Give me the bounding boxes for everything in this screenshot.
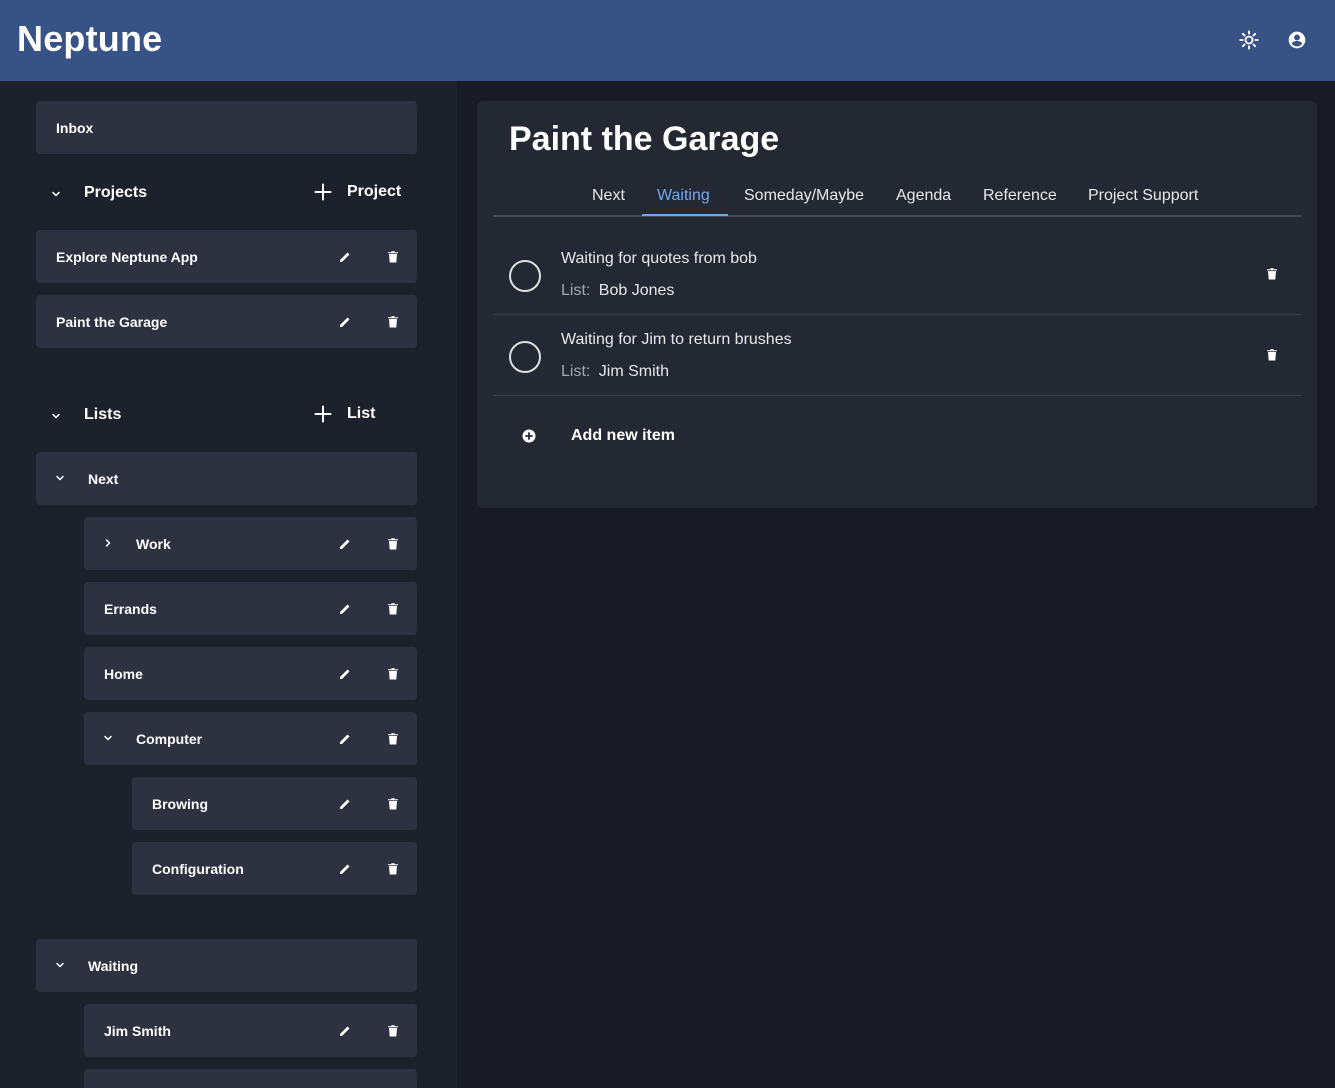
list-item-label: Home	[104, 665, 143, 682]
trash-icon[interactable]	[1263, 345, 1281, 365]
project-item-label: Paint the Garage	[56, 313, 168, 330]
page-title: Paint the Garage	[509, 120, 780, 158]
tab-someday-maybe[interactable]: Someday/Maybe	[744, 187, 864, 205]
pencil-icon[interactable]	[330, 1004, 360, 1057]
chevron-down-icon[interactable]	[53, 958, 67, 972]
active-tab-indicator	[642, 214, 728, 216]
complete-checkbox[interactable]	[509, 260, 541, 292]
projects-title: Projects	[84, 184, 148, 201]
pencil-icon[interactable]	[330, 777, 360, 830]
pencil-icon[interactable]	[330, 230, 360, 283]
pencil-icon[interactable]	[330, 842, 360, 895]
trash-icon[interactable]	[378, 842, 408, 895]
tab-agenda[interactable]: Agenda	[896, 187, 951, 205]
list-group-label: Waiting	[88, 957, 139, 974]
list-item-label: Work	[136, 535, 171, 552]
pencil-icon[interactable]	[330, 582, 360, 635]
list-group-label: Next	[88, 470, 119, 487]
add-new-item-button[interactable]: Add new item	[521, 427, 675, 445]
trash-icon[interactable]	[378, 582, 408, 635]
project-item[interactable]: Paint the Garage	[36, 295, 417, 348]
item-list-meta: List: Bob Jones	[561, 282, 674, 300]
list-item-errands[interactable]: Errands	[84, 582, 417, 635]
chevron-down-icon[interactable]	[49, 187, 63, 201]
sidebar: Inbox Projects Project Explore Neptune A…	[0, 81, 457, 1088]
list-item-work[interactable]: Work	[84, 517, 417, 570]
item-title: Waiting for Jim to return brushes	[561, 331, 792, 348]
trash-icon[interactable]	[378, 647, 408, 700]
trash-icon[interactable]	[378, 295, 408, 348]
tab-next[interactable]: Next	[592, 187, 625, 205]
app-header: Neptune	[0, 0, 1335, 81]
trash-icon[interactable]	[378, 777, 408, 830]
lists-title: Lists	[84, 406, 122, 423]
trash-icon[interactable]	[378, 1004, 408, 1057]
plus-icon	[314, 405, 332, 423]
list-item-label: Computer	[136, 730, 203, 747]
list-item-label: Errands	[104, 600, 157, 617]
item-list-meta: List: Jim Smith	[561, 363, 669, 381]
lists-section-header: Lists List	[36, 401, 417, 431]
item-list-value[interactable]: Bob Jones	[599, 282, 675, 299]
list-item-home[interactable]: Home	[84, 647, 417, 700]
app-title: Neptune	[17, 18, 163, 59]
tab-bar: Next Waiting Someday/Maybe Agenda Refere…	[493, 181, 1301, 217]
add-project-label: Project	[347, 183, 402, 200]
pencil-icon[interactable]	[330, 295, 360, 348]
project-item[interactable]: Explore Neptune App	[36, 230, 417, 283]
pencil-icon[interactable]	[330, 647, 360, 700]
projects-section-header: Projects Project	[36, 179, 417, 209]
list-group-waiting[interactable]: Waiting	[36, 939, 417, 992]
add-list-button[interactable]: List	[314, 405, 375, 423]
list-item-partial[interactable]	[84, 1069, 417, 1088]
tab-project-support[interactable]: Project Support	[1088, 187, 1198, 205]
list-item-label: Configuration	[152, 860, 244, 877]
chevron-right-icon[interactable]	[101, 536, 115, 550]
add-new-item-label: Add new item	[571, 427, 676, 444]
add-list-label: List	[347, 405, 376, 422]
trash-icon[interactable]	[378, 712, 408, 765]
add-circle-icon	[522, 429, 536, 443]
item-list-key: List:	[561, 363, 591, 380]
list-item: Waiting for quotes from bob List: Bob Jo…	[493, 234, 1301, 315]
trash-icon[interactable]	[378, 517, 408, 570]
item-title: Waiting for quotes from bob	[561, 250, 757, 267]
list-item: Waiting for Jim to return brushes List: …	[493, 315, 1301, 396]
tab-reference[interactable]: Reference	[983, 187, 1057, 205]
list-item-computer[interactable]: Computer	[84, 712, 417, 765]
item-list-key: List:	[561, 282, 591, 299]
brightness-icon[interactable]	[1238, 29, 1260, 51]
list-item-label: Browing	[152, 795, 208, 812]
list-item-jim-smith[interactable]: Jim Smith	[84, 1004, 417, 1057]
chevron-down-icon[interactable]	[53, 471, 67, 485]
project-item-label: Explore Neptune App	[56, 248, 198, 265]
trash-icon[interactable]	[1263, 264, 1281, 284]
item-list-value[interactable]: Jim Smith	[599, 363, 669, 380]
trash-icon[interactable]	[378, 230, 408, 283]
account-circle-icon[interactable]	[1286, 29, 1308, 51]
sidebar-inbox-label: Inbox	[56, 119, 94, 136]
chevron-down-icon[interactable]	[101, 731, 115, 745]
list-group-next[interactable]: Next	[36, 452, 417, 505]
pencil-icon[interactable]	[330, 712, 360, 765]
list-item-label: Jim Smith	[104, 1022, 171, 1039]
tab-waiting[interactable]: Waiting	[657, 187, 710, 205]
complete-checkbox[interactable]	[509, 341, 541, 373]
project-panel: Paint the Garage Next Waiting Someday/Ma…	[477, 101, 1317, 508]
list-item-configuration[interactable]: Configuration	[132, 842, 417, 895]
plus-icon	[314, 183, 332, 201]
pencil-icon[interactable]	[330, 517, 360, 570]
chevron-down-icon[interactable]	[49, 409, 63, 423]
add-project-button[interactable]: Project	[314, 183, 401, 201]
list-item-browing[interactable]: Browing	[132, 777, 417, 830]
sidebar-inbox[interactable]: Inbox	[36, 101, 417, 154]
